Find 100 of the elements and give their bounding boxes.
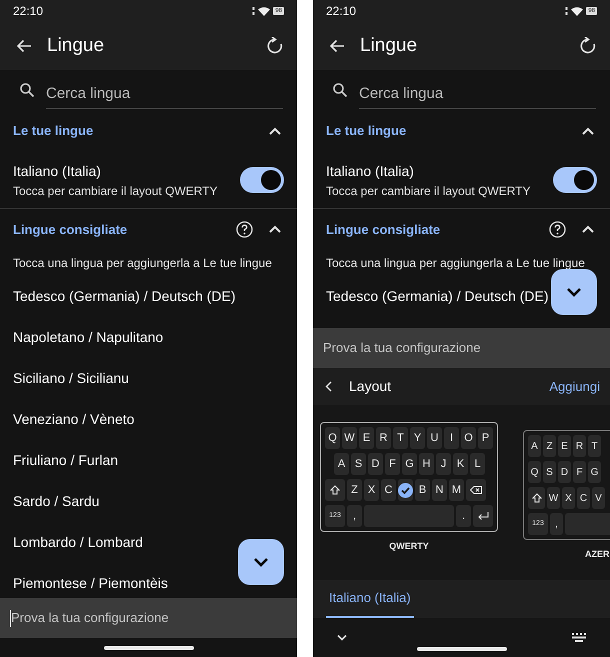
nav-handle[interactable] <box>104 646 194 650</box>
shift-icon <box>532 493 542 503</box>
keyboard-key: V <box>592 487 605 509</box>
keyboard-key: Y <box>410 427 425 449</box>
collapse-button[interactable] <box>269 125 281 137</box>
keyboard-key: E <box>359 427 374 449</box>
search-icon <box>333 83 347 97</box>
keyboard-key: E <box>558 435 571 457</box>
keyboard-key: C <box>577 487 590 509</box>
keyboard-key: Z <box>543 435 556 457</box>
keyboard-key: A <box>334 453 349 475</box>
data-activity-icon <box>565 7 568 15</box>
keyboard-key: . <box>456 505 471 527</box>
layout-name: QWERTY <box>389 540 429 553</box>
chevron-left-icon <box>325 381 332 392</box>
question-mark-icon <box>236 221 252 238</box>
keyboard-icon <box>572 633 586 642</box>
search-field[interactable]: Cerca lingua <box>46 79 283 109</box>
status-time: 22:10 <box>326 3 356 20</box>
search-field[interactable]: Cerca lingua <box>359 79 596 109</box>
question-mark-icon <box>548 221 566 238</box>
language-item[interactable]: Lombardo / Lombard <box>13 532 143 553</box>
language-item[interactable]: Friuliano / Furlan <box>13 450 118 471</box>
search-icon <box>20 83 34 97</box>
keyboard-key: F <box>385 453 400 475</box>
language-item[interactable]: Sardo / Sardu <box>13 491 100 512</box>
screen-title: Lingue <box>47 34 106 58</box>
test-input-field[interactable]: Prova la tua configurazione <box>0 598 297 638</box>
keyboard-key: S <box>543 461 556 483</box>
keyboard-key: D <box>558 461 571 483</box>
collapse-button[interactable] <box>582 224 594 236</box>
back-arrow-icon <box>16 39 32 53</box>
back-button[interactable] <box>325 380 333 392</box>
hint-text: Tocca una lingua per aggiungerla a Le tue lingue <box>325 255 586 272</box>
panel-title: Layout <box>349 377 392 396</box>
language-item[interactable]: Napoletano / Napulitano <box>13 327 164 348</box>
keyboard-key: W <box>547 487 560 509</box>
wifi-icon <box>571 6 584 16</box>
test-input-field[interactable]: Prova la tua configurazione <box>313 328 610 368</box>
keyboard-key: M <box>449 479 464 501</box>
keyboard-key: C <box>381 479 396 501</box>
keyboard-key: X <box>562 487 575 509</box>
section-header: Le tue lingue <box>326 122 408 140</box>
keyboard-key: U <box>427 427 442 449</box>
add-link[interactable]: Aggiungi <box>549 376 600 396</box>
help-button[interactable] <box>548 220 566 238</box>
keyboard-key: P <box>478 427 493 449</box>
keyboard-key: N <box>432 479 447 501</box>
scroll-down-button[interactable] <box>551 269 597 315</box>
back-button[interactable] <box>328 37 346 55</box>
nav-handle[interactable] <box>417 647 507 651</box>
help-button[interactable] <box>235 220 253 238</box>
language-item[interactable]: Tedesco (Germania) / Deutsch (DE) <box>326 286 549 307</box>
status-time: 22:10 <box>13 3 44 20</box>
chevron-up-icon <box>582 126 594 136</box>
keyboard-key: W <box>342 427 357 449</box>
keyboard-switch-button[interactable] <box>572 632 586 642</box>
keyboard-key: S <box>351 453 366 475</box>
language-name: Italiano (Italia) <box>326 162 415 181</box>
refresh-icon <box>579 37 597 55</box>
reset-button[interactable] <box>578 36 598 56</box>
keyboard-key: J <box>436 453 451 475</box>
language-item[interactable]: Veneziano / Vèneto <box>13 409 134 430</box>
language-item[interactable]: Tedesco (Germania) / Deutsch (DE) <box>13 286 236 307</box>
keyboard-key: R <box>573 435 586 457</box>
chevron-down-icon <box>566 286 582 298</box>
data-activity-icon <box>252 7 256 15</box>
section-header: Le tue lingue <box>13 122 94 140</box>
section-header: Lingue consigliate <box>13 220 128 239</box>
chevron-up-icon <box>582 225 594 234</box>
keyboard-key: I <box>444 427 459 449</box>
toggle-switch[interactable] <box>553 167 597 193</box>
keyboard-key: Z <box>347 479 362 501</box>
section-header: Lingue consigliate <box>326 220 442 239</box>
back-button[interactable] <box>15 37 33 55</box>
screen-title: Lingue <box>360 34 418 58</box>
keyboard-key: K <box>453 453 468 475</box>
keyboard-key: L <box>470 453 485 475</box>
keyboard-key: Q <box>528 461 541 483</box>
language-item[interactable]: Siciliano / Sicilianu <box>13 368 129 389</box>
collapse-button[interactable] <box>582 125 594 137</box>
toggle-switch[interactable] <box>240 167 284 193</box>
keyboard-key: , <box>550 513 563 535</box>
layout-name: AZER <box>585 548 610 561</box>
language-name: Italiano (Italia) <box>13 162 102 181</box>
chevron-up-icon <box>269 225 281 234</box>
collapse-button[interactable] <box>269 224 281 236</box>
keyboard-key: O <box>461 427 476 449</box>
hide-keyboard-button[interactable] <box>337 634 347 642</box>
keyboard-key: H <box>419 453 434 475</box>
keyboard-key: G <box>588 461 601 483</box>
keyboard-key: G <box>402 453 417 475</box>
language-item[interactable]: Piemontese / Piemontèis <box>13 573 168 594</box>
keyboard-key: X <box>364 479 379 501</box>
enter-icon <box>478 512 488 520</box>
keyboard-key: A <box>528 435 541 457</box>
scroll-down-button[interactable] <box>238 539 284 585</box>
language-subtitle: Tocca per cambiare il layout QWERTY <box>13 182 219 200</box>
reset-button[interactable] <box>265 36 285 56</box>
keyboard-key: D <box>368 453 383 475</box>
